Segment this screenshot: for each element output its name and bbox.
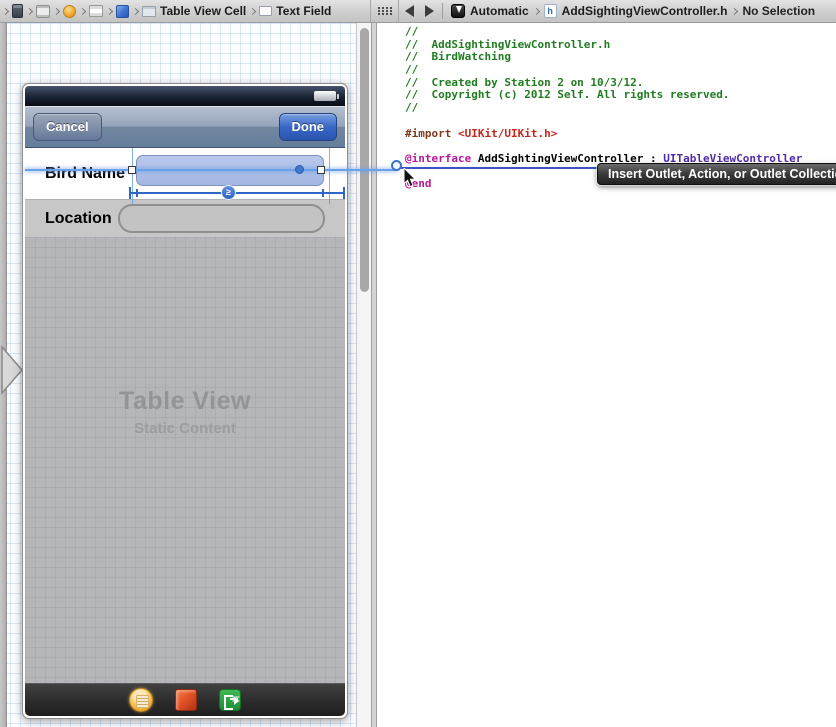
chevron-icon [249, 7, 256, 14]
code-line: // Created by Station 2 on 10/3/12. [405, 76, 836, 89]
insert-outlet-tooltip: Insert Outlet, Action, or Outlet Collect… [597, 163, 836, 185]
alignment-guide-right [329, 148, 330, 204]
chevron-icon [132, 7, 139, 14]
view-controller-icon[interactable] [129, 688, 153, 712]
import-directive: #import [405, 127, 458, 140]
ib-canvas[interactable]: Cancel Done Bird Name Location Table Vie… [0, 23, 356, 727]
location-text-field[interactable] [118, 204, 325, 233]
breadcrumb-table-view-cell[interactable]: Table View Cell [160, 4, 246, 18]
view-controller-icon[interactable] [63, 5, 76, 18]
document-outline-toggle[interactable] [1, 345, 23, 395]
code-line: // [405, 101, 836, 114]
chevron-icon [731, 7, 738, 14]
navigation-bar[interactable]: Cancel Done [25, 106, 345, 148]
measurement-tick [322, 189, 324, 197]
table-view-icon[interactable] [89, 5, 103, 17]
battery-icon [314, 91, 336, 101]
code-line-blank [405, 139, 836, 152]
chevron-icon [53, 7, 60, 14]
storyboard-icon[interactable] [36, 5, 50, 18]
scrollbar-thumb[interactable] [360, 28, 369, 292]
connection-endpoint-circle[interactable] [391, 160, 402, 171]
code-line: // [405, 25, 836, 38]
breadcrumb-automatic[interactable]: Automatic [470, 4, 529, 18]
measurement-tick [343, 187, 345, 199]
table-view-background[interactable]: Table View Static Content [25, 237, 345, 683]
file-icon[interactable] [12, 4, 23, 18]
text-field-icon [259, 6, 272, 16]
canvas-scrollbar[interactable] [356, 23, 371, 727]
source-editor[interactable]: // // AddSightingViewController.h // Bir… [377, 23, 836, 727]
back-button[interactable] [405, 5, 414, 17]
table-view-placeholder-subtitle: Static Content [25, 420, 345, 437]
xcode-assistant-editor-window: Table View Cell Text Field Automatic h A… [0, 0, 836, 727]
table-view-placeholder-title: Table View [25, 387, 345, 416]
cube-icon[interactable] [116, 5, 129, 18]
location-label[interactable]: Location [25, 210, 112, 228]
jump-bar-right: Automatic h AddSightingViewController.h … [399, 0, 836, 22]
divider [442, 3, 443, 19]
table-cell-location[interactable]: Location [25, 199, 345, 237]
view-controller-scene[interactable]: Cancel Done Bird Name Location Table Vie… [22, 83, 348, 719]
jump-bar-left: Table View Cell Text Field [0, 0, 371, 22]
code-line: // Copyright (c) 2012 Self. All rights r… [405, 88, 836, 101]
interface-keyword: @interface [405, 152, 471, 165]
breadcrumb-filename[interactable]: AddSightingViewController.h [562, 4, 728, 18]
code-line-import: #import <UIKit/UIKit.h> [405, 127, 836, 140]
cancel-button[interactable]: Cancel [33, 113, 102, 141]
mouse-cursor-icon [403, 168, 417, 188]
status-bar [25, 86, 345, 106]
connection-drag-line [25, 169, 397, 171]
scene-dock [25, 683, 345, 716]
table-view-cell-icon [142, 6, 156, 17]
alignment-guide-left [132, 148, 133, 204]
resize-handle-left[interactable] [128, 166, 136, 174]
code-line: // [405, 63, 836, 76]
assistant-tuxedo-icon [451, 4, 465, 18]
breadcrumb-text-field[interactable]: Text Field [276, 4, 331, 18]
import-header: <UIKit/UIKit.h> [458, 127, 557, 140]
forward-button[interactable] [425, 5, 434, 17]
chevron-icon [2, 7, 9, 14]
bird-name-label[interactable]: Bird Name [25, 165, 125, 183]
connection-origin-dot[interactable] [295, 165, 304, 174]
first-responder-cube-icon[interactable] [175, 689, 197, 711]
chevron-icon [79, 7, 86, 14]
chevron-icon [533, 7, 540, 14]
code-line-blank [405, 114, 836, 127]
jump-bar: Table View Cell Text Field Automatic h A… [0, 0, 836, 23]
exit-segue-icon[interactable] [219, 689, 241, 711]
related-items-menu[interactable] [371, 0, 399, 22]
measurement-tick [136, 189, 138, 197]
header-file-icon: h [544, 4, 557, 18]
grid-dots-icon [378, 7, 392, 15]
chevron-icon [26, 7, 33, 14]
code-line: // BirdWatching [405, 50, 836, 63]
breadcrumb-no-selection[interactable]: No Selection [742, 4, 815, 18]
resize-handle-right[interactable] [317, 166, 325, 174]
code-line: // AddSightingViewController.h [405, 38, 836, 51]
chevron-icon [106, 7, 113, 14]
done-button[interactable]: Done [279, 113, 338, 141]
constraint-measurement-line [130, 192, 345, 194]
measurement-tick [129, 187, 131, 199]
constraint-badge: ≥ [221, 185, 236, 200]
